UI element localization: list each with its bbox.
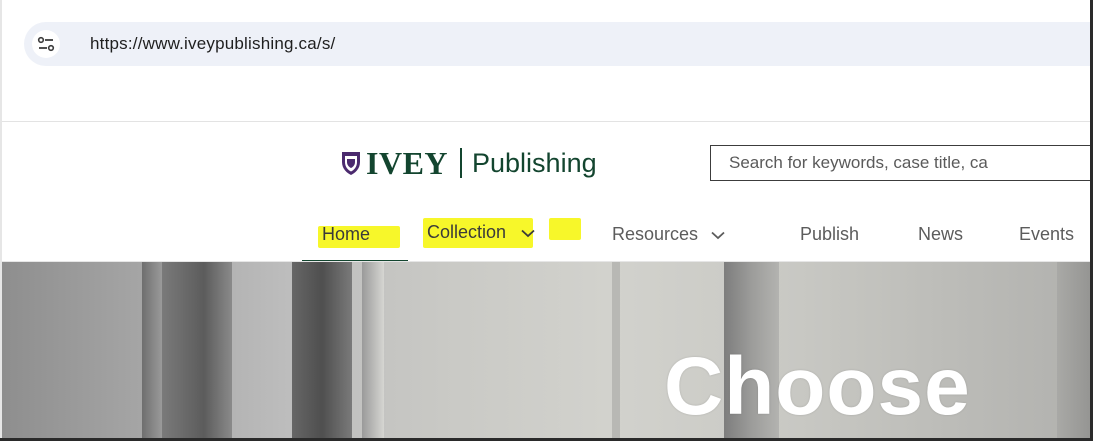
nav-item-label: Home xyxy=(322,224,371,244)
url-text[interactable]: https://www.iveypublishing.ca/s/ xyxy=(90,34,335,54)
logo-wordmark: IVEY xyxy=(366,144,449,181)
nav-item-collection[interactable]: Collection xyxy=(423,218,581,266)
hero-background-pillar xyxy=(162,262,232,438)
chevron-down-icon xyxy=(711,231,725,239)
crest-icon xyxy=(342,152,360,175)
site-logo[interactable]: IVEY Publishing xyxy=(340,141,597,185)
hero-background-pillar xyxy=(292,262,352,438)
main-nav: Home Collection Resources Publish News E… xyxy=(302,216,1090,262)
browser-window: https://www.iveypublishing.ca/s/ IVEY Pu… xyxy=(0,0,1090,438)
nav-item-label: Publish xyxy=(800,224,860,244)
nav-item-label: Collection xyxy=(427,222,507,242)
hero-banner: Choose xyxy=(2,262,1090,438)
browser-toolbar: https://www.iveypublishing.ca/s/ xyxy=(2,0,1090,110)
logo-subtitle: Publishing xyxy=(472,147,597,178)
hero-background-pillar xyxy=(142,262,162,438)
hero-title: Choose xyxy=(664,341,971,432)
highlight-mark xyxy=(549,218,581,240)
search-input[interactable] xyxy=(711,146,1090,180)
search-field[interactable] xyxy=(710,145,1090,181)
logo-separator xyxy=(460,148,463,178)
nav-item-label: News xyxy=(918,224,964,244)
hero-background-pillar xyxy=(362,262,384,438)
nav-item-label: Resources xyxy=(612,224,699,244)
nav-item-label: Events xyxy=(1019,224,1075,244)
tune-icon[interactable] xyxy=(32,30,60,58)
divider xyxy=(2,121,1090,122)
hero-background-pillar xyxy=(1057,262,1090,438)
hero-background-pillar xyxy=(612,262,620,438)
chevron-down-icon xyxy=(521,229,535,237)
address-bar[interactable]: https://www.iveypublishing.ca/s/ xyxy=(24,22,1090,66)
